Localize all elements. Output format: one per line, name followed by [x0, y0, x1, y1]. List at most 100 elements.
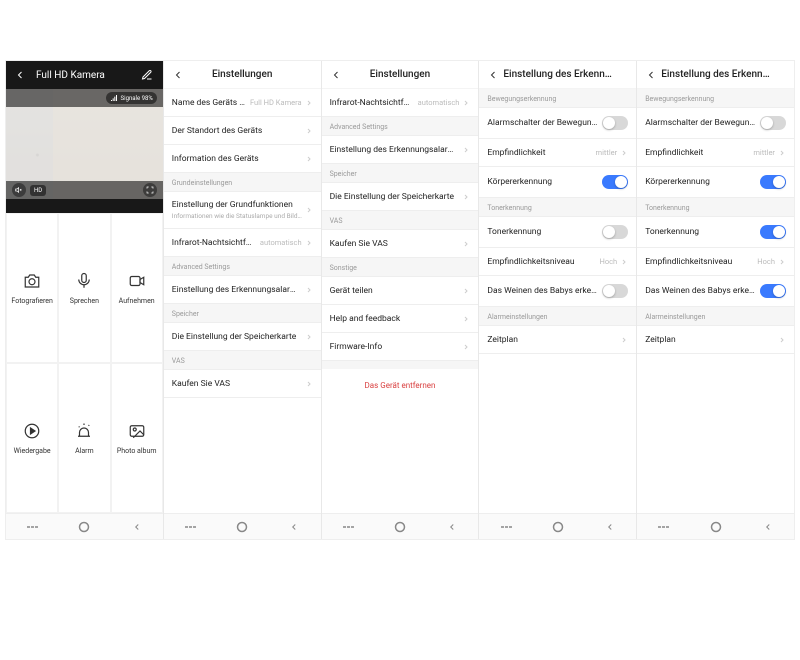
record-icon — [127, 271, 147, 291]
row-basic-settings[interactable]: Einstellung der Grundfunktionen Informat… — [164, 192, 321, 229]
row-label: Das Weinen des Babys erkennen — [645, 286, 760, 296]
android-navbar — [637, 513, 794, 539]
mute-icon[interactable] — [12, 183, 26, 197]
home-button[interactable] — [233, 520, 251, 534]
recents-button[interactable] — [181, 520, 199, 534]
row-sensitivity[interactable]: Empfindlichkeit mittler — [637, 139, 794, 167]
action-fotografieren[interactable]: Fotografieren — [6, 213, 58, 363]
row-device-info[interactable]: Information des Geräts — [164, 145, 321, 173]
action-label: Photo album — [117, 447, 157, 455]
fullscreen-icon[interactable] — [143, 183, 157, 197]
row-label: Information des Geräts — [172, 154, 305, 164]
row-sublabel: Informationen wie die Statuslampe und Bi… — [172, 212, 305, 220]
row-label: Empfindlichkeit — [487, 148, 595, 158]
row-device-location[interactable]: Der Standort des Geräts — [164, 117, 321, 145]
row-infrared[interactable]: Infrarot-Nachtsichtfunktion automatisch — [164, 229, 321, 257]
row-vas[interactable]: Kaufen Sie VAS — [322, 230, 479, 258]
row-schedule[interactable]: Zeitplan — [637, 326, 794, 354]
action-sprechen[interactable]: Sprechen — [58, 213, 110, 363]
row-sound-level[interactable]: Empfindlichkeitsniveau Hoch — [479, 248, 636, 276]
action-alarm[interactable]: Alarm — [58, 363, 110, 513]
row-motion-switch: Alarmschalter der Bewegungserkennung — [479, 108, 636, 139]
row-share[interactable]: Gerät teilen — [322, 277, 479, 305]
recents-button[interactable] — [654, 520, 672, 534]
remove-device-button[interactable]: Das Gerät entfernen — [322, 369, 479, 402]
section-advanced: Advanced Settings — [164, 257, 321, 276]
toggle-baby[interactable] — [760, 284, 786, 298]
row-storage[interactable]: Die Einstellung der Speicherkarte — [164, 323, 321, 351]
recents-button[interactable] — [339, 520, 357, 534]
album-icon — [127, 421, 147, 441]
row-baby-cry: Das Weinen des Babys erkennen — [637, 276, 794, 307]
android-navbar — [164, 513, 321, 539]
row-sensitivity[interactable]: Empfindlichkeit mittler — [479, 139, 636, 167]
row-label: Infrarot-Nachtsichtfunktion — [172, 238, 260, 248]
section-advanced: Advanced Settings — [322, 117, 479, 136]
back-button[interactable] — [128, 520, 146, 534]
row-detection-alarm[interactable]: Einstellung des Erkennungsalarms — [322, 136, 479, 164]
row-sound-level[interactable]: Empfindlichkeitsniveau Hoch — [637, 248, 794, 276]
page-title: Einstellungen — [346, 69, 455, 80]
screen-settings-1: Einstellungen Name des Geräts ändern Ful… — [164, 61, 322, 539]
row-label: Help and feedback — [330, 314, 463, 324]
toggle-sound[interactable] — [760, 225, 786, 239]
back-icon[interactable] — [330, 69, 346, 81]
row-label: Empfindlichkeitsniveau — [645, 257, 757, 267]
action-wiedergabe[interactable]: Wiedergabe — [6, 363, 58, 513]
back-button[interactable] — [285, 520, 303, 534]
row-schedule[interactable]: Zeitplan — [479, 326, 636, 354]
playback-icon — [22, 421, 42, 441]
camera-actions-grid: Fotografieren Sprechen Aufnehmen Wiederg… — [6, 213, 163, 513]
home-button[interactable] — [707, 520, 725, 534]
toggle-sound[interactable] — [602, 225, 628, 239]
back-icon[interactable] — [172, 69, 188, 81]
action-photo-album[interactable]: Photo album — [111, 363, 163, 513]
home-button[interactable] — [75, 520, 93, 534]
home-button[interactable] — [549, 520, 567, 534]
row-firmware[interactable]: Firmware-Info — [322, 333, 479, 361]
chevron-right-icon — [305, 206, 313, 214]
section-other: Sonstige — [322, 258, 479, 277]
row-value: mittler — [753, 148, 775, 157]
row-storage[interactable]: Die Einstellung der Speicherkarte — [322, 183, 479, 211]
row-sound-switch: Tonerkennung — [479, 217, 636, 248]
row-label: Empfindlichkeitsniveau — [487, 257, 599, 267]
live-video[interactable]: Signale 98% HD — [6, 89, 163, 199]
chevron-right-icon — [305, 380, 313, 388]
recents-button[interactable] — [497, 520, 515, 534]
toggle-motion[interactable] — [602, 116, 628, 130]
action-label: Wiedergabe — [14, 447, 51, 455]
edit-icon[interactable] — [141, 69, 155, 81]
back-button[interactable] — [759, 520, 777, 534]
back-icon[interactable] — [14, 69, 28, 81]
back-button[interactable] — [601, 520, 619, 534]
back-button[interactable] — [443, 520, 461, 534]
row-label: Infrarot-Nachtsichtfunktion — [330, 98, 418, 108]
recents-button[interactable] — [23, 520, 41, 534]
row-label: Einstellung des Erkennungsalarms — [330, 145, 463, 155]
row-help[interactable]: Help and feedback — [322, 305, 479, 333]
toggle-body[interactable] — [602, 175, 628, 189]
chevron-right-icon — [462, 99, 470, 107]
back-icon[interactable] — [487, 69, 503, 81]
chevron-right-icon — [778, 258, 786, 266]
row-label: Der Standort des Geräts — [172, 126, 305, 136]
row-infrared[interactable]: Infrarot-Nachtsichtfunktion automatisch — [322, 89, 479, 117]
toggle-baby[interactable] — [602, 284, 628, 298]
action-aufnehmen[interactable]: Aufnehmen — [111, 213, 163, 363]
home-button[interactable] — [391, 520, 409, 534]
chevron-right-icon — [305, 333, 313, 341]
row-motion-switch: Alarmschalter der Bewegungserkennung — [637, 108, 794, 139]
row-label: Einstellung der Grundfunktionen — [172, 200, 305, 210]
row-value: Full HD Kamera — [250, 98, 302, 107]
chevron-right-icon — [305, 99, 313, 107]
toggle-motion[interactable] — [760, 116, 786, 130]
back-icon[interactable] — [645, 69, 661, 81]
screen-detection-alarm-2: Einstellung des Erkennungsalarms Bewegun… — [637, 61, 794, 539]
row-detection-alarm[interactable]: Einstellung des Erkennungsalarms — [164, 276, 321, 304]
row-device-name[interactable]: Name des Geräts ändern Full HD Kamera — [164, 89, 321, 117]
row-vas[interactable]: Kaufen Sie VAS — [164, 370, 321, 398]
chevron-right-icon — [305, 127, 313, 135]
toggle-body[interactable] — [760, 175, 786, 189]
quality-badge[interactable]: HD — [30, 185, 46, 196]
